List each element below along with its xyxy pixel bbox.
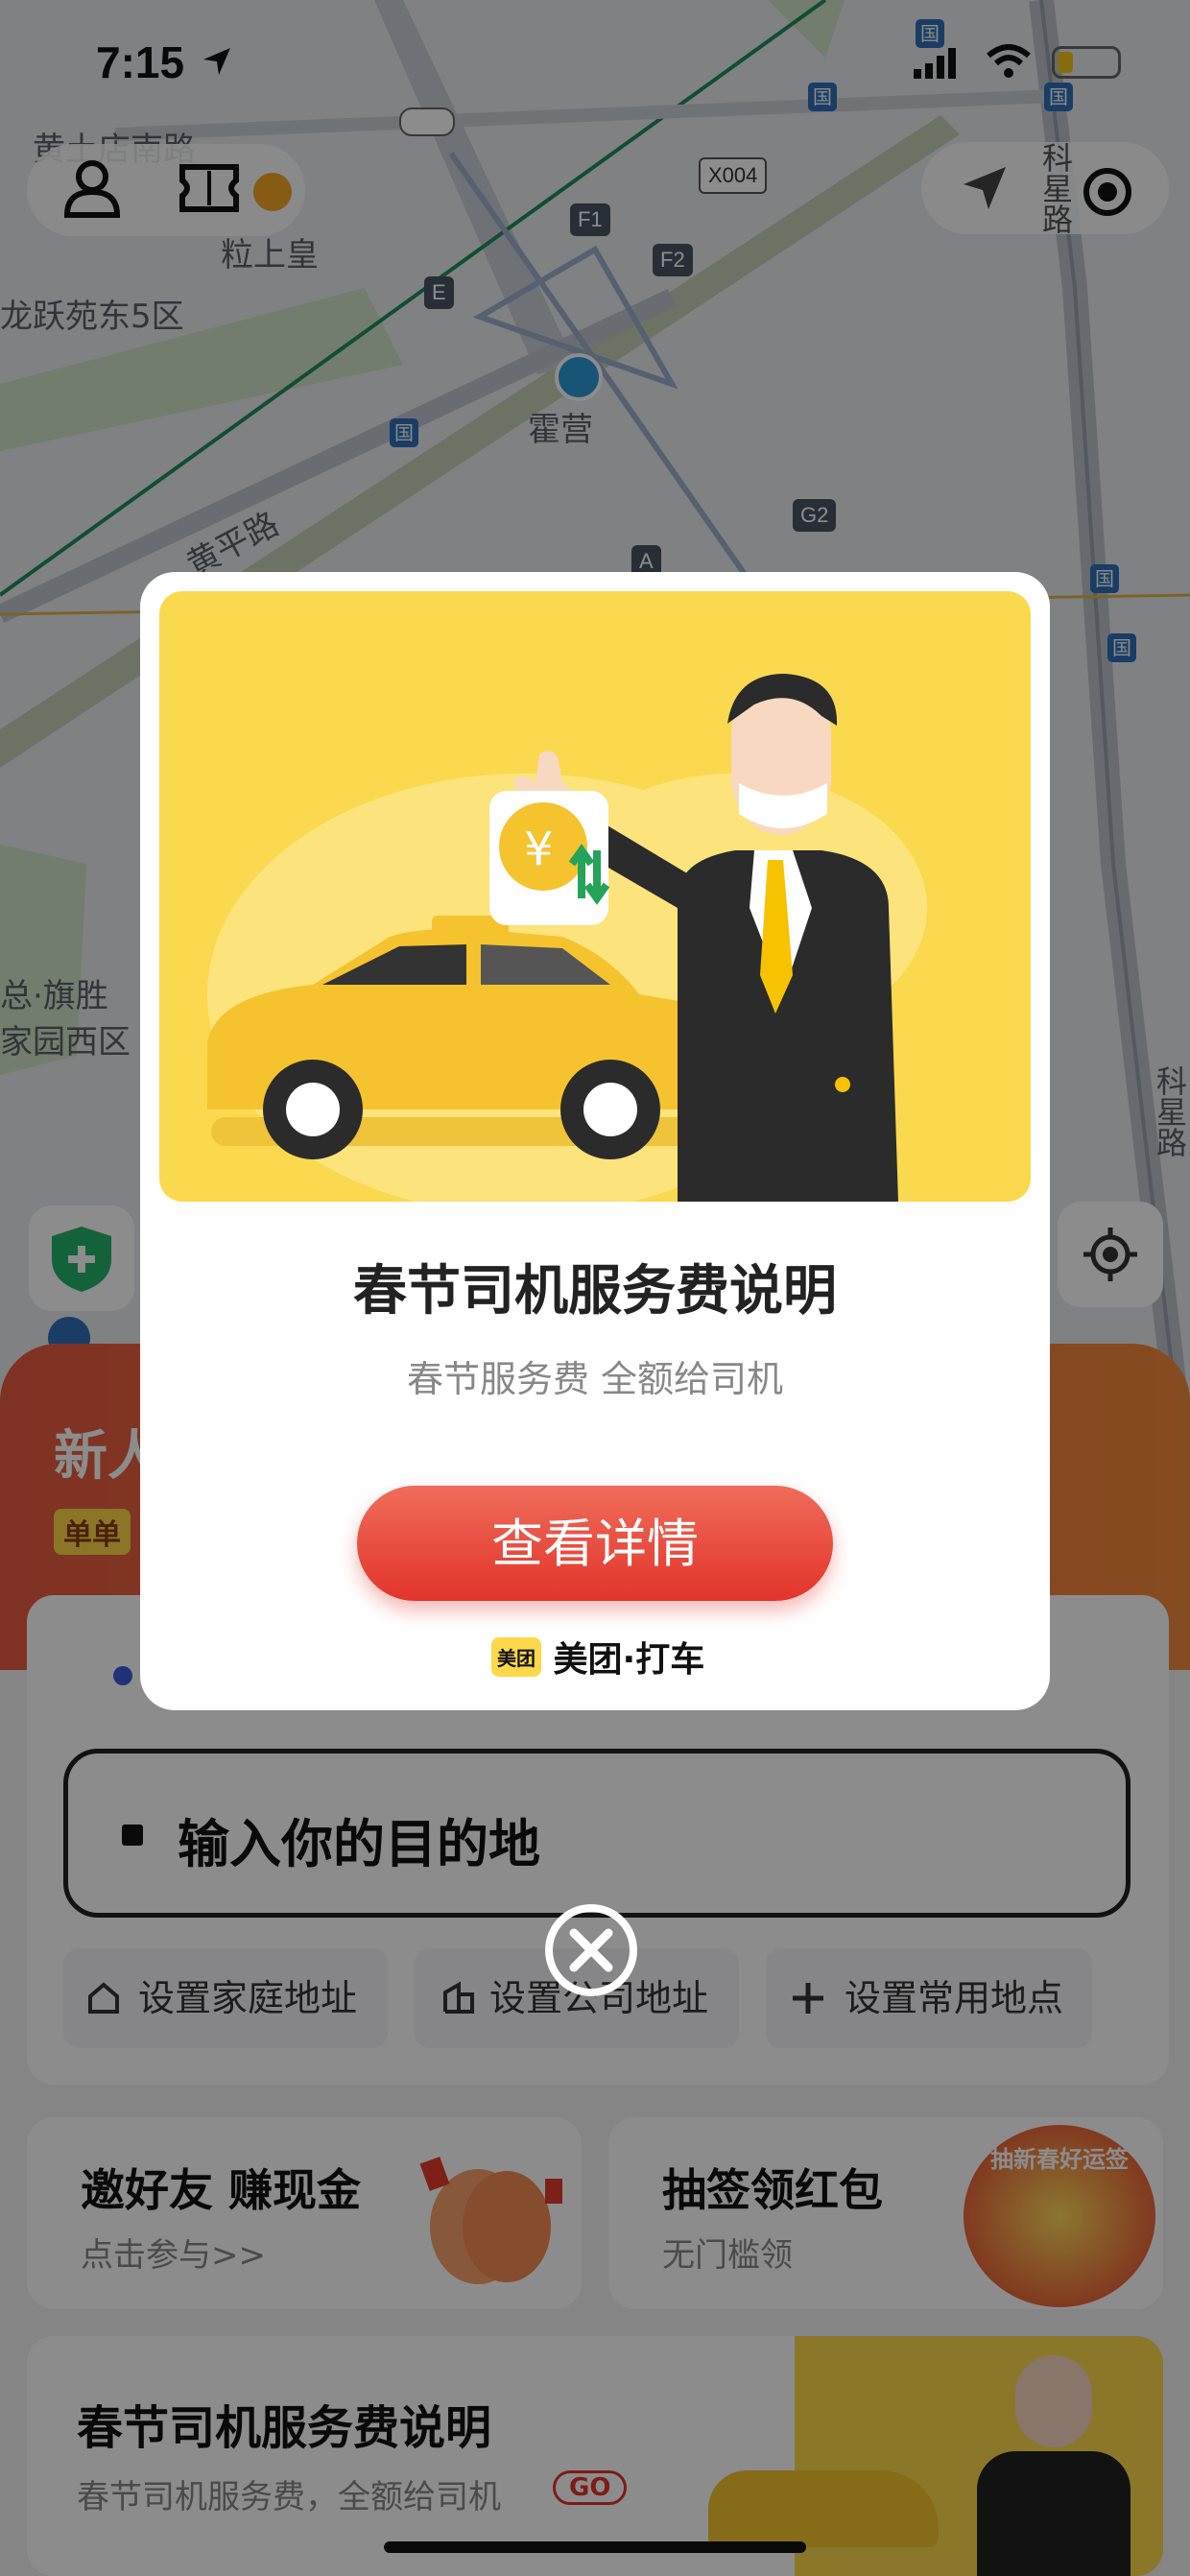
brand-text: 美团·打车: [553, 1640, 705, 1680]
view-details-button[interactable]: 查看详情: [357, 1486, 833, 1601]
driver-taxi-illustration: ¥: [207, 674, 927, 1202]
yen-icon: ¥: [524, 823, 554, 876]
modal-illustration: ¥: [159, 591, 1031, 1202]
close-modal-button[interactable]: [545, 1904, 637, 1996]
modal-title: 春节司机服务费说明: [353, 1260, 837, 1323]
modal-subtitle: 春节服务费 全额给司机: [406, 1358, 784, 1400]
close-icon: [569, 1928, 613, 1972]
meituan-logo-icon: 美团: [491, 1636, 541, 1677]
brand-footer: 美团 美团·打车: [491, 1632, 704, 1682]
